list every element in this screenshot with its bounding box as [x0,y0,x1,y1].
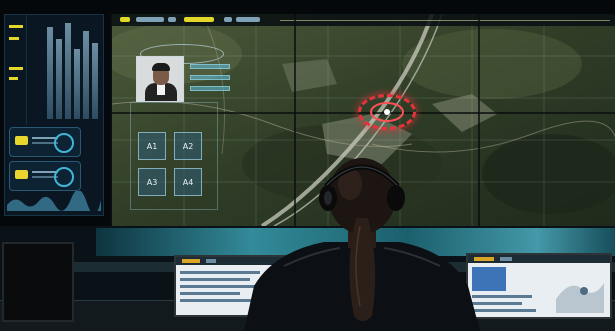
header-tab [206,259,216,263]
graph-bar [74,49,80,119]
data-row [180,278,250,281]
facial-id-overlay: A1 A2 A3 A4 [130,38,234,210]
match-slot: A3 [138,168,166,196]
header-tab [182,259,200,263]
monitor-header [468,255,610,263]
left-data-panel [4,14,104,216]
graph-bar [65,23,71,119]
indicator-tick [9,37,19,40]
data-row [472,295,532,298]
indicator-tick [9,67,23,70]
status-pill [224,17,232,22]
photo-hair [152,63,170,71]
graph-bar [83,31,89,119]
header-tab [500,257,512,261]
match-slot: A1 [138,132,166,160]
status-pill [136,17,164,22]
target-reticle-icon [358,94,416,130]
data-row [180,292,240,295]
data-row [472,309,536,312]
graph-bar [47,27,53,119]
panel-gutter [5,15,27,125]
status-pill [168,17,176,22]
status-pill [184,17,214,22]
control-room-scene: A1 A2 A3 A4 [0,0,615,331]
right-monitor [466,253,612,319]
status-pill [236,17,260,22]
gauge-card [9,127,81,157]
mini-map-icon [556,283,604,313]
waveform-graph [7,191,101,211]
graph-bar [56,39,62,119]
operator-silhouette [244,158,480,331]
match-slot: A4 [174,168,202,196]
match-slot: A2 [174,132,202,160]
vertical-bar-graph [47,19,103,119]
monitor-content [468,263,610,317]
status-line [280,20,610,21]
gauge-icon [54,133,74,153]
indicator-tick [9,25,23,28]
id-data-lines [190,64,230,106]
status-chip [15,170,28,179]
gauge-icon [54,167,74,187]
target-center [384,109,390,115]
left-monitor [2,242,74,322]
suspect-photo [136,56,184,102]
indicator-tick [9,77,18,80]
status-chip [15,136,28,145]
gauge-card [9,161,81,191]
wall-status-bar [112,14,615,26]
graph-bar [92,43,98,119]
status-pill [120,17,130,22]
